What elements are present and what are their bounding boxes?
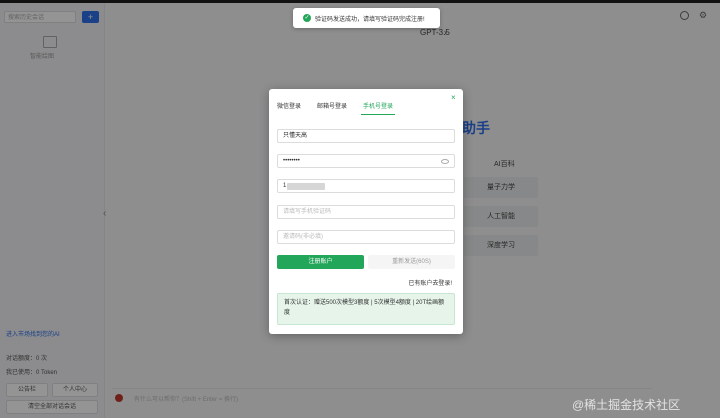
invite-code-field[interactable]: 邀请码(非必填) xyxy=(277,230,455,244)
phone-field[interactable]: 1 xyxy=(277,179,455,193)
password-value: •••••••• xyxy=(283,158,300,164)
eye-icon[interactable] xyxy=(441,159,449,164)
go-login-link[interactable]: 已有账户去登录! xyxy=(408,278,452,287)
close-icon[interactable]: × xyxy=(451,93,456,102)
tab-phone-login[interactable]: 手机号登录 xyxy=(363,101,393,110)
redacted-phone xyxy=(287,183,325,190)
tab-wechat-login[interactable]: 微信登录 xyxy=(277,101,301,110)
register-modal: × 微信登录 邮箱号登录 手机号登录 只懂天高 •••••••• 1 请填写手机… xyxy=(269,89,463,334)
success-toast: ✓ 验证码发送成功，请填写验证码完成注册! xyxy=(293,8,440,28)
first-auth-notice: 首次认证：赠送500次模型3额度 | 5次模型4额度 | 20T绘画额度 xyxy=(277,293,455,325)
nickname-field[interactable]: 只懂天高 xyxy=(277,129,455,143)
watermark: @稀土掘金技术社区 xyxy=(572,398,681,412)
password-field[interactable]: •••••••• xyxy=(277,154,455,168)
tab-email-login[interactable]: 邮箱号登录 xyxy=(317,101,347,110)
toast-message: 验证码发送成功，请填写验证码完成注册! xyxy=(315,17,425,23)
verification-code-field[interactable]: 请填写手机验证码 xyxy=(277,205,455,219)
success-check-icon: ✓ xyxy=(303,14,311,22)
active-tab-indicator xyxy=(361,114,395,115)
phone-value: 1 xyxy=(283,183,287,189)
register-button[interactable]: 注册账户 xyxy=(277,255,364,269)
resend-code-button[interactable]: 重新发送(60S) xyxy=(368,255,455,269)
